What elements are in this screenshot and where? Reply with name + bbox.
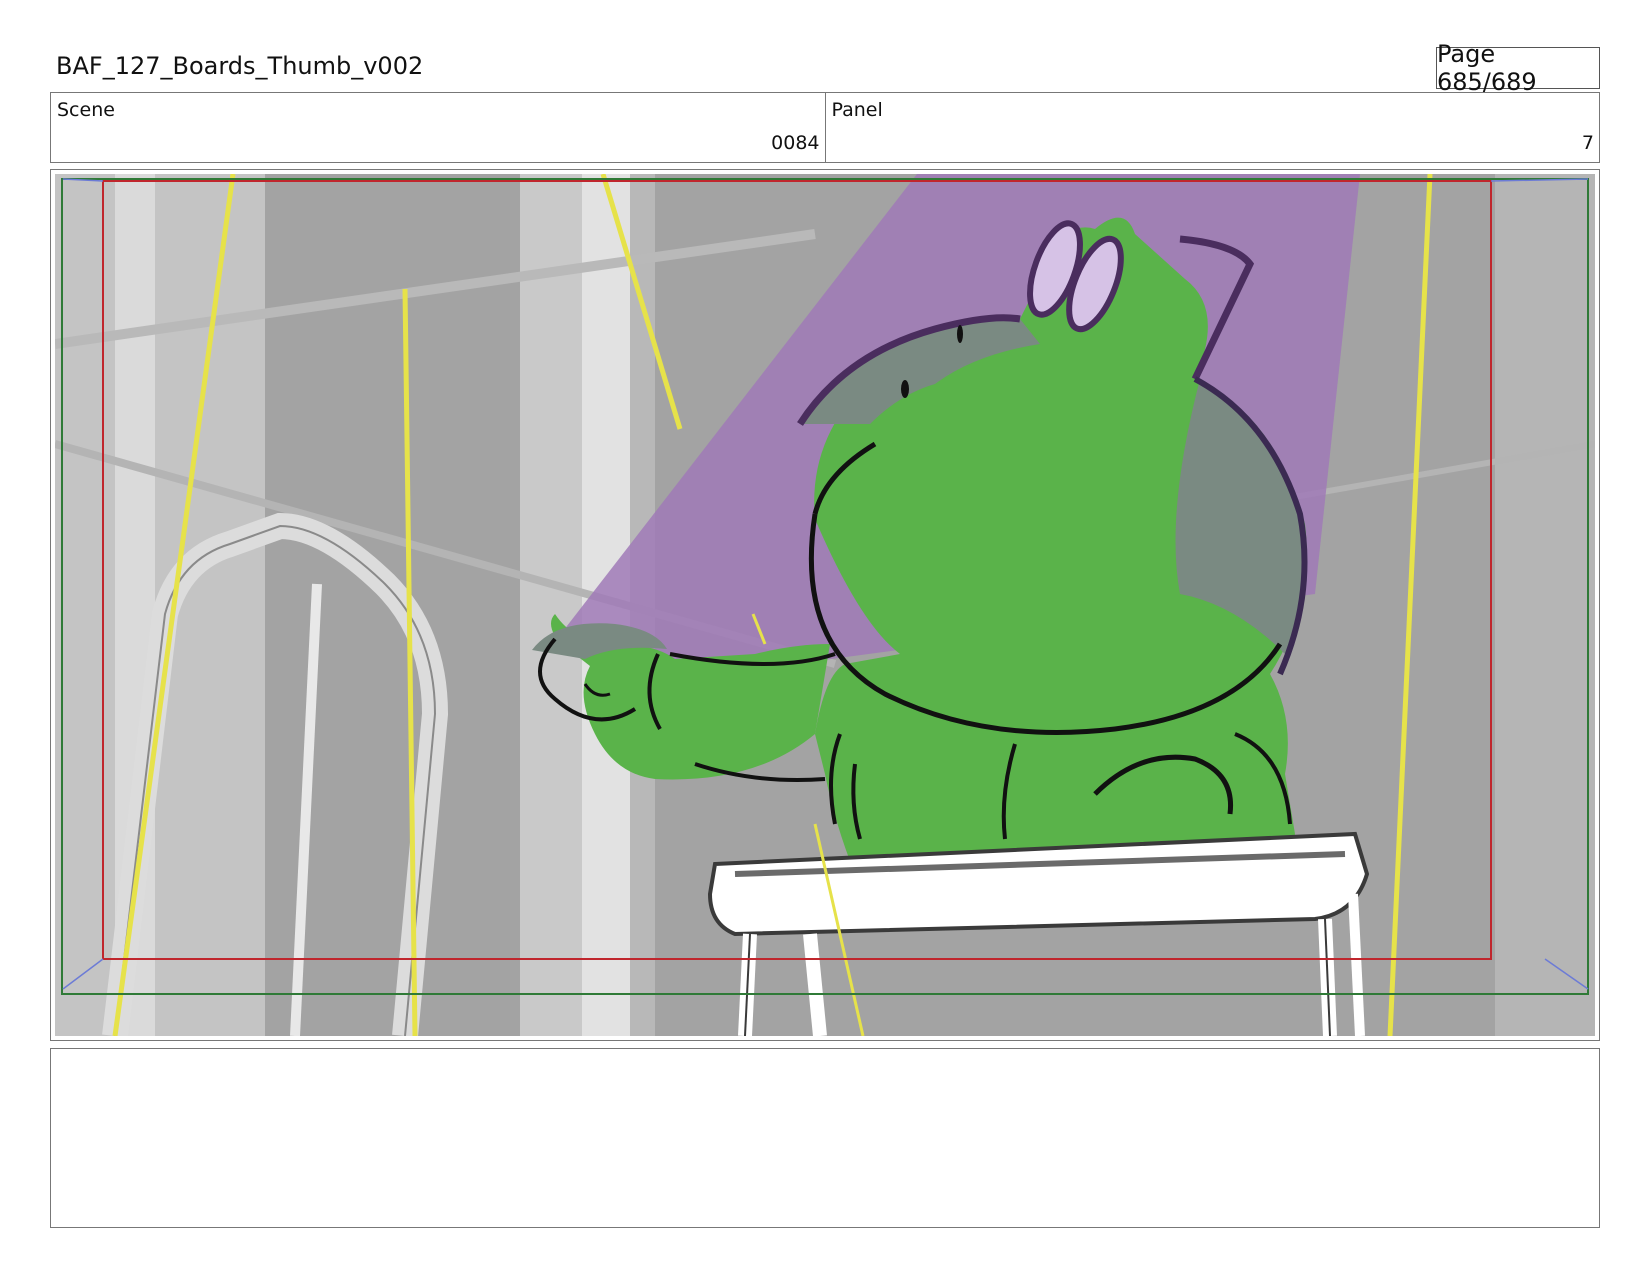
desk-leg	[1348, 893, 1365, 1036]
storyboard-panel	[50, 169, 1600, 1041]
scene-number: 0084	[771, 132, 820, 154]
notes-box	[50, 1048, 1600, 1228]
nostril	[957, 325, 963, 343]
scene-panel-info: Scene 0084 Panel 7	[50, 92, 1600, 163]
document-title: BAF_127_Boards_Thumb_v002	[56, 52, 424, 80]
pillar	[520, 174, 582, 1036]
nostril	[901, 380, 909, 398]
panel-label: Panel	[831, 99, 883, 121]
panel-number: 7	[1581, 132, 1594, 154]
desk-leg	[803, 933, 827, 1036]
page-indicator: Page 685/689	[1436, 40, 1600, 96]
scene-cell: Scene 0084	[51, 93, 825, 162]
storyboard-drawing	[55, 174, 1595, 1036]
scene-label: Scene	[57, 99, 115, 121]
right-wall	[1495, 174, 1595, 1036]
panel-cell: Panel 7	[824, 93, 1600, 162]
